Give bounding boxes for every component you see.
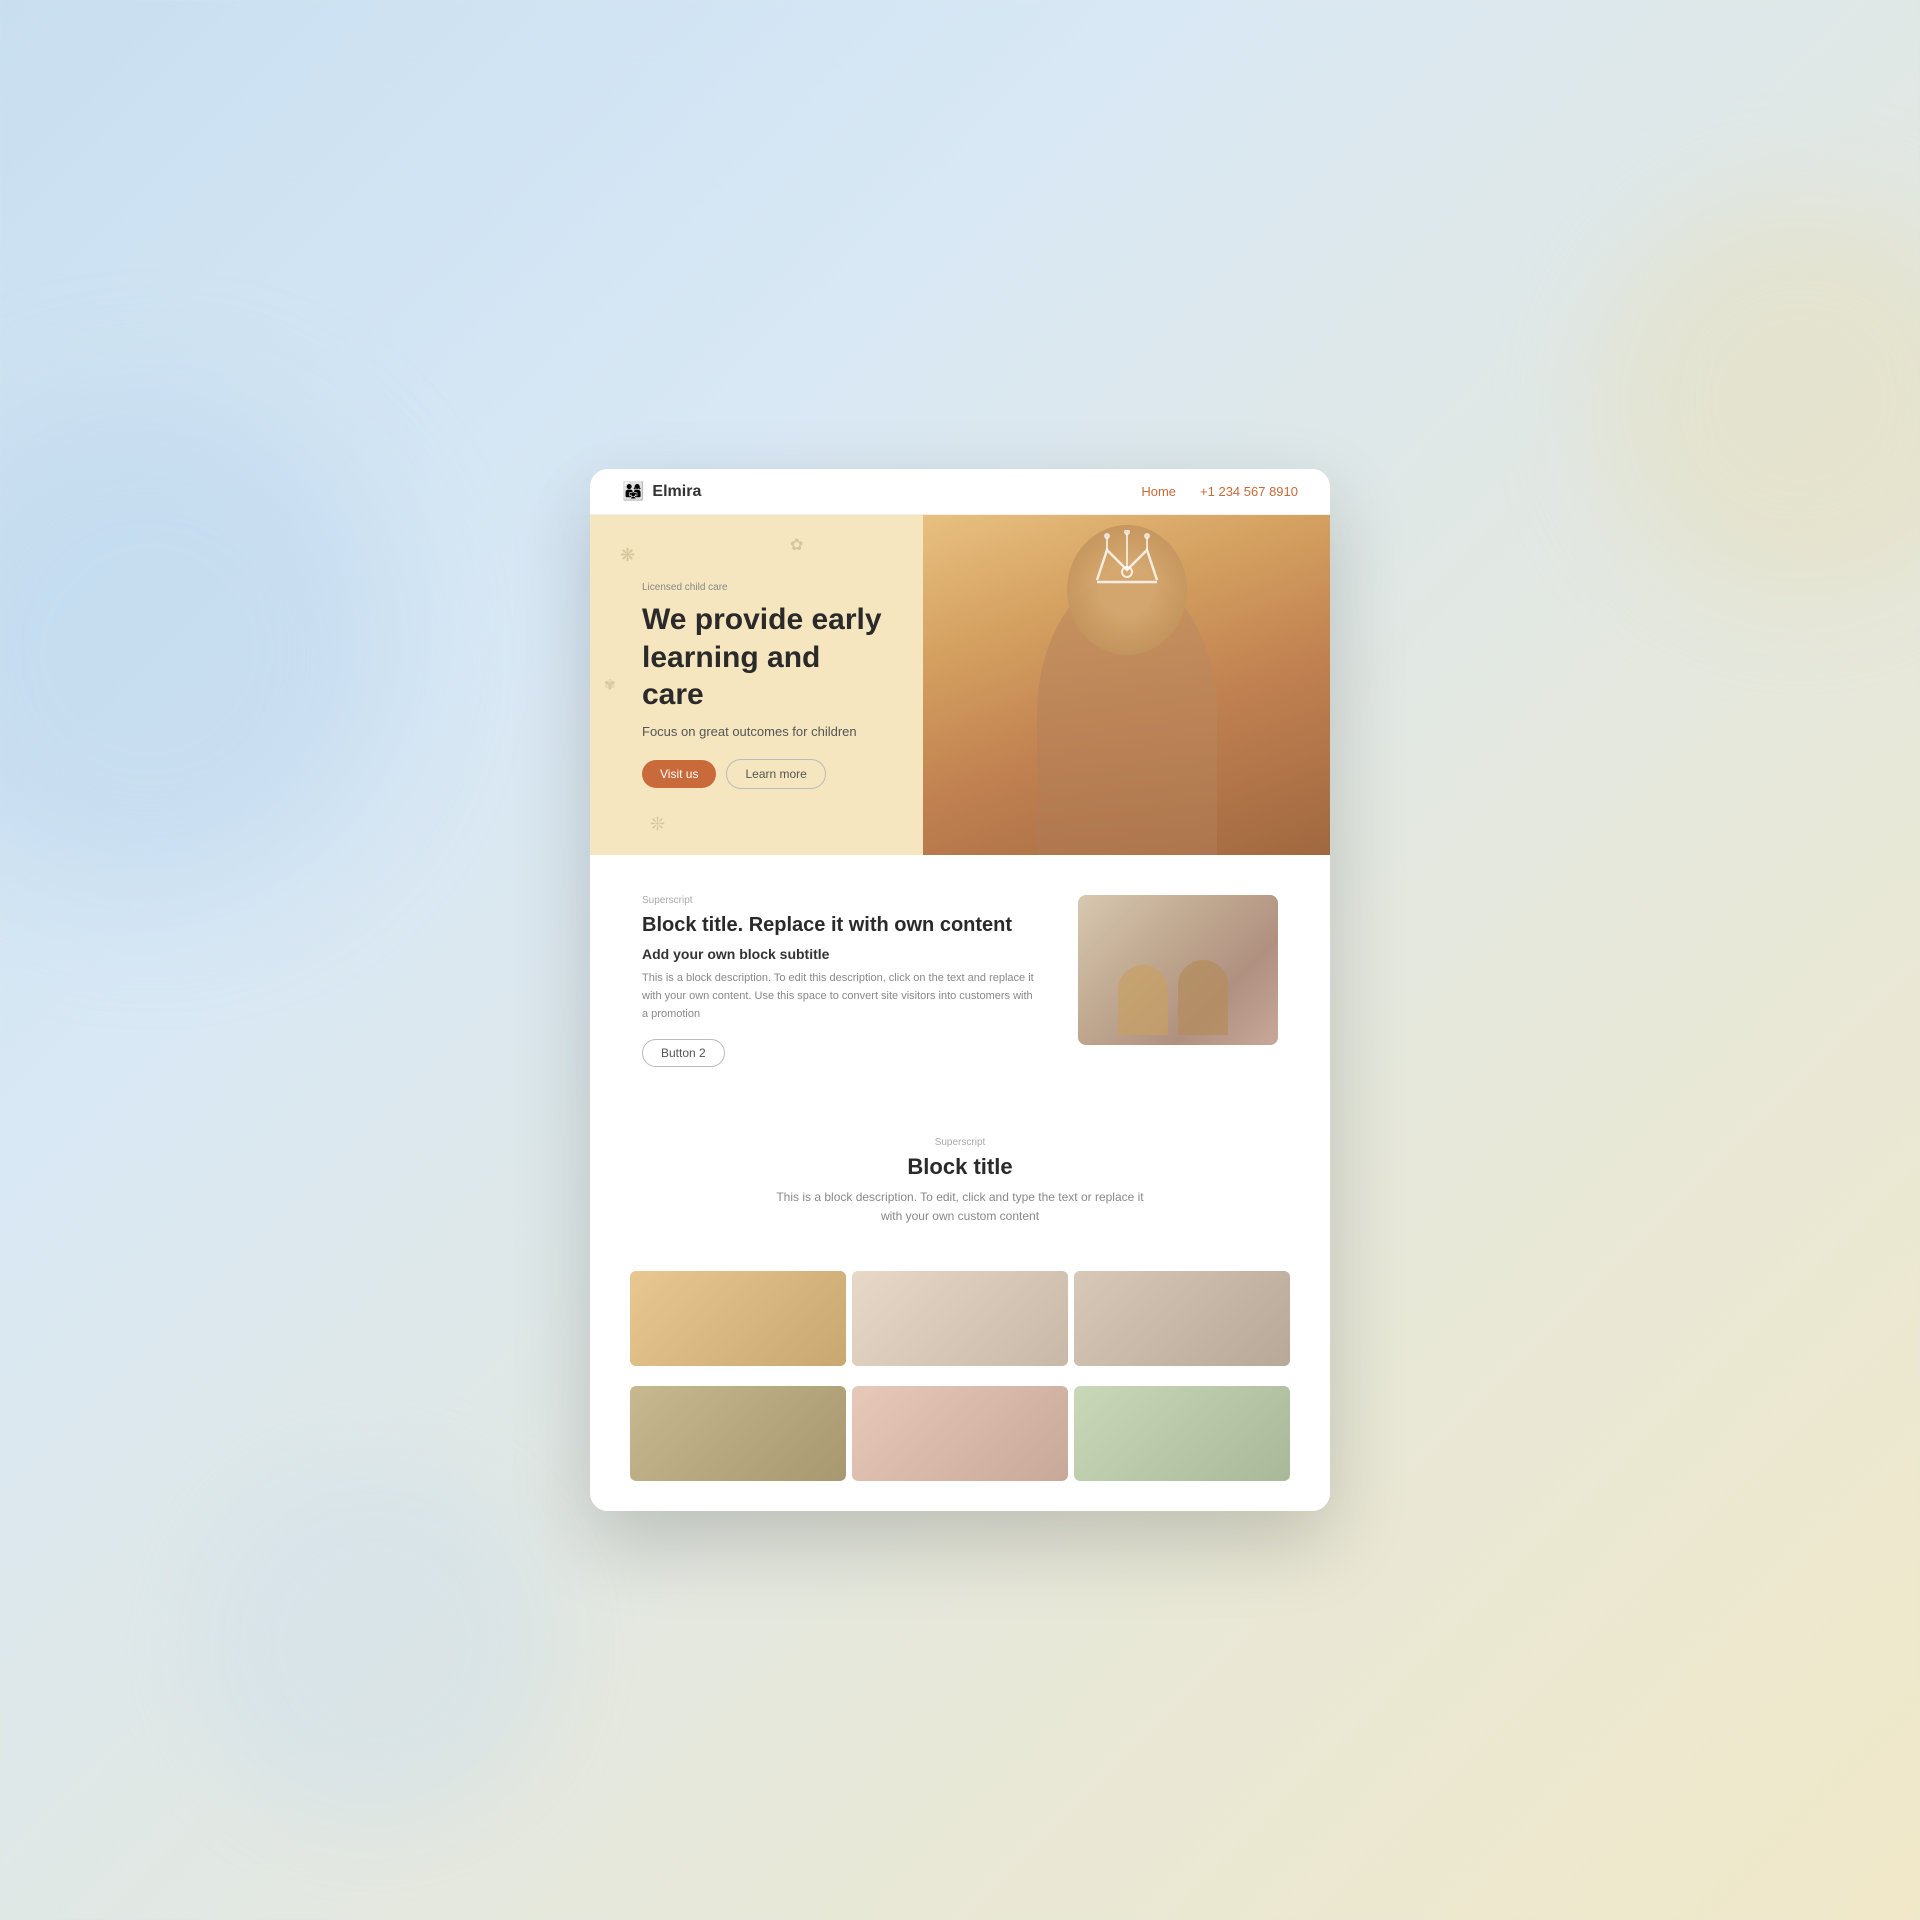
visit-us-button[interactable]: Visit us [642,760,716,788]
grid-image-2 [852,1271,1068,1366]
grid-image-1 [630,1271,846,1366]
nav-phone: +1 234 567 8910 [1200,484,1298,499]
content-title-2: Block title [642,1154,1278,1180]
logo-icon: 👨‍👩‍👧 [622,481,644,502]
button-2[interactable]: Button 2 [642,1039,725,1067]
hero-tag: Licensed child care [642,582,890,593]
hero-image-area [923,515,1330,855]
hero-section: ❋ ✿ ✾ ✿ ❊ ✾ Licensed child care We provi… [590,515,1330,855]
content-text-block-1: Superscript Block title. Replace it with… [642,895,1038,1067]
image-grid-row-2 [590,1386,1330,1511]
hero-content: Licensed child care We provide early lea… [590,542,930,829]
content-subtitle-1: Add your own block subtitle [642,946,1038,962]
content-title-1: Block title. Replace it with own content [642,912,1038,938]
grid-image-3 [1074,1271,1290,1366]
grid-image-6 [1074,1386,1290,1481]
hero-buttons: Visit us Learn more [642,759,890,789]
site-navbar: 👨‍👩‍👧 Elmira Home +1 234 567 8910 [590,469,1330,515]
grid-image-4 [630,1386,846,1481]
hero-title: We provide early learning and care [642,601,890,714]
learn-more-button[interactable]: Learn more [726,759,825,789]
superscript-1: Superscript [642,895,1038,906]
crown-doodle-svg [1087,530,1167,590]
content-image-1 [1078,895,1278,1045]
bg-blob-right [1600,200,1920,600]
content-section-1: Superscript Block title. Replace it with… [590,855,1330,1107]
site-nav-links: Home +1 234 567 8910 [1141,484,1298,499]
hero-subtitle: Focus on great outcomes for children [642,724,890,739]
bg-blob-bottom [200,1470,550,1820]
image-grid-row-1 [590,1271,1330,1386]
content-desc-2: This is a block description. To edit, cl… [770,1188,1150,1226]
browser-window: 👨‍👩‍👧 Elmira Home +1 234 567 8910 ❋ ✿ ✾ … [590,469,1330,1510]
content-desc-1: This is a block description. To edit thi… [642,970,1038,1023]
hero-image-placeholder [923,515,1330,855]
superscript-2: Superscript [642,1137,1278,1148]
content-section-2: Superscript Block title This is a block … [590,1107,1330,1270]
grid-image-5 [852,1386,1068,1481]
bg-blob-left [0,400,400,900]
site-logo: 👨‍👩‍👧 Elmira [622,481,701,502]
logo-text: Elmira [652,483,701,501]
nav-home-link[interactable]: Home [1141,484,1176,499]
